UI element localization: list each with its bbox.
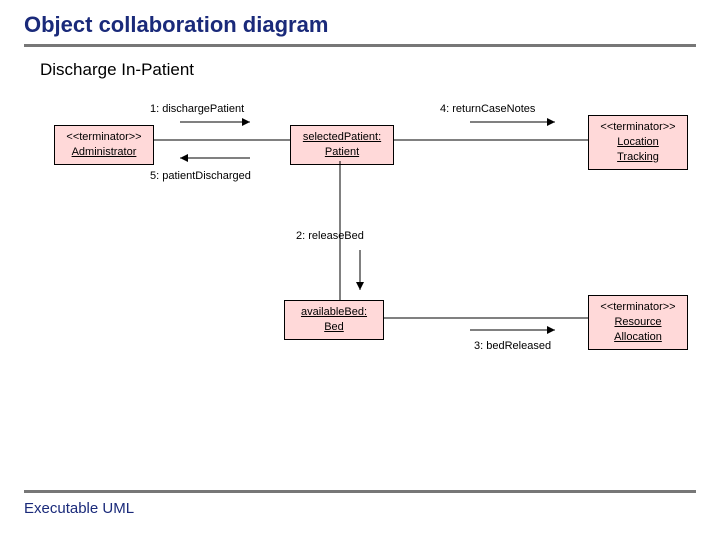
- message-1: 1: dischargePatient: [150, 103, 244, 115]
- message-4: 4: returnCaseNotes: [440, 103, 535, 115]
- message-3: 3: bedReleased: [474, 340, 551, 352]
- message-2: 2: releaseBed: [296, 230, 364, 242]
- node-type: Patient: [297, 145, 387, 160]
- footer-text: Executable UML: [24, 500, 134, 517]
- node-stereotype: <<terminator>>: [66, 131, 141, 143]
- node-stereotype: <<terminator>>: [600, 121, 675, 133]
- page-title: Object collaboration diagram: [24, 12, 328, 38]
- node-label: availableBed:: [291, 305, 377, 320]
- node-type: Bed: [291, 320, 377, 335]
- message-5: 5: patientDischarged: [150, 170, 251, 182]
- node-label: Location Tracking: [595, 135, 681, 165]
- node-label: Administrator: [61, 145, 147, 160]
- node-label: selectedPatient:: [297, 130, 387, 145]
- diagram-subtitle: Discharge In-Patient: [40, 60, 194, 80]
- divider-bottom: [24, 490, 696, 493]
- node-administrator: <<terminator>> Administrator: [54, 125, 154, 165]
- node-patient: selectedPatient: Patient: [290, 125, 394, 165]
- diagram-connectors: [0, 0, 720, 540]
- node-location-tracking: <<terminator>> Location Tracking: [588, 115, 688, 170]
- node-label: Resource Allocation: [595, 315, 681, 345]
- node-resource-allocation: <<terminator>> Resource Allocation: [588, 295, 688, 350]
- node-stereotype: <<terminator>>: [600, 301, 675, 313]
- divider-top: [24, 44, 696, 47]
- node-bed: availableBed: Bed: [284, 300, 384, 340]
